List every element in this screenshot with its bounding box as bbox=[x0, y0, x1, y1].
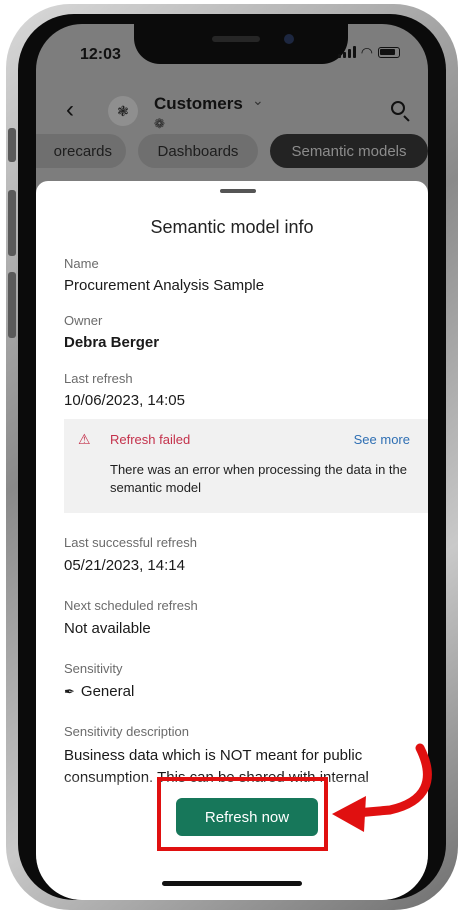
app-header: ‹ ❃ Customers ⌄ ❁ bbox=[36, 80, 428, 140]
volume-up-button bbox=[8, 190, 16, 256]
notch bbox=[134, 24, 348, 64]
owner-value: Debra Berger bbox=[64, 334, 160, 351]
sensitivity-icon: ✒ bbox=[64, 684, 75, 699]
battery-icon bbox=[378, 46, 400, 58]
tab-scorecards[interactable]: orecards bbox=[36, 134, 126, 168]
annotation-arrow-icon bbox=[332, 743, 432, 832]
alert-title: Refresh failed bbox=[110, 432, 191, 447]
volume-down-button bbox=[8, 272, 16, 338]
owner-label: Owner bbox=[64, 313, 103, 328]
tab-bar: orecards Dashboards Semantic models bbox=[36, 134, 428, 170]
name-label: Name bbox=[64, 256, 99, 271]
camera-icon bbox=[284, 34, 294, 44]
status-bar: 12:03 ◠ bbox=[36, 24, 428, 80]
next-scheduled-refresh-value: Not available bbox=[64, 620, 151, 637]
tab-dashboards[interactable]: Dashboards bbox=[138, 134, 258, 168]
status-time: 12:03 bbox=[80, 46, 121, 63]
sheet-grabber[interactable] bbox=[220, 189, 256, 193]
tab-semantic-models[interactable]: Semantic models bbox=[270, 134, 428, 168]
last-refresh-label: Last refresh bbox=[64, 371, 133, 386]
status-icons: ◠ bbox=[337, 44, 400, 60]
shared-icon: ❁ bbox=[154, 116, 165, 131]
tab-label: Dashboards bbox=[157, 142, 239, 160]
sheet-title: Semantic model info bbox=[150, 217, 314, 237]
sensitivity-description-label: Sensitivity description bbox=[64, 724, 189, 739]
sensitivity-value: ✒ General bbox=[64, 683, 134, 700]
search-icon[interactable] bbox=[390, 100, 412, 122]
see-more-link[interactable]: See more bbox=[354, 432, 410, 447]
mute-switch bbox=[8, 128, 16, 162]
chevron-down-icon[interactable]: ⌄ bbox=[252, 92, 264, 109]
workspace-title[interactable]: Customers bbox=[154, 94, 243, 114]
wifi-icon: ◠ bbox=[360, 44, 373, 60]
last-successful-refresh-value: 05/21/2023, 14:14 bbox=[64, 557, 185, 574]
signal-icon bbox=[337, 46, 356, 58]
refresh-failed-alert: ⚠ Refresh failed See more There was an e… bbox=[64, 419, 428, 513]
annotation-highlight-box bbox=[157, 777, 328, 851]
sensitivity-label: Sensitivity bbox=[64, 661, 123, 676]
home-indicator bbox=[162, 881, 302, 886]
sensitivity-text: General bbox=[80, 683, 135, 700]
warning-icon: ⚠ bbox=[78, 431, 91, 447]
workspace-people-icon[interactable]: ❃ bbox=[108, 96, 138, 126]
tab-label: Semantic models bbox=[291, 142, 407, 160]
tab-label: orecards bbox=[53, 142, 112, 160]
next-scheduled-refresh-label: Next scheduled refresh bbox=[64, 598, 198, 613]
alert-body: There was an error when processing the d… bbox=[110, 462, 408, 495]
name-value: Procurement Analysis Sample bbox=[64, 277, 265, 294]
back-button[interactable]: ‹ bbox=[66, 98, 74, 122]
last-successful-refresh-label: Last successful refresh bbox=[64, 535, 197, 550]
speaker bbox=[212, 36, 260, 42]
last-refresh-value: 10/06/2023, 14:05 bbox=[64, 392, 185, 409]
